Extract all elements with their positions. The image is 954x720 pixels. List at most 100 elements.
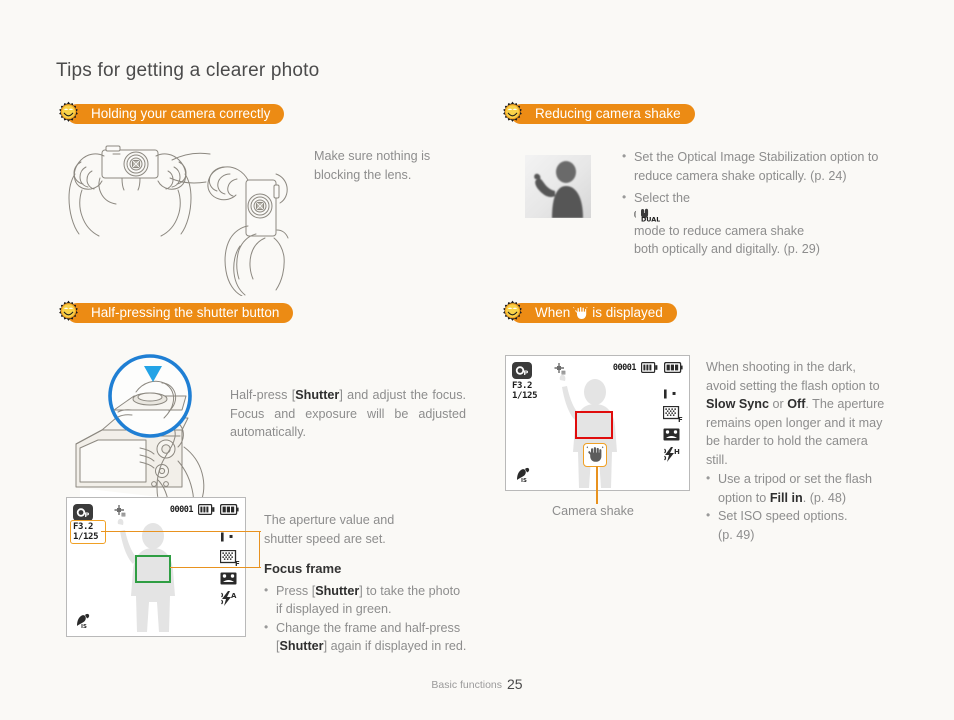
- dual-is-icon: ⦗ DUAL: [634, 208, 660, 222]
- photo-size-icon: [663, 428, 680, 441]
- aperture-callout-line2: shutter speed are set.: [264, 531, 386, 546]
- lcd-shutter: 1/125: [512, 391, 538, 401]
- halfpress-line1-pre: Half-press [: [230, 388, 296, 402]
- slow-sync-keyword: Slow Sync: [706, 397, 769, 411]
- hsb1-line2-pre: option to: [718, 490, 770, 505]
- smiley-sun-icon: [59, 101, 78, 122]
- shake-bullet1-line2: reduce camera shake optically. (p. 24): [634, 168, 847, 183]
- svg-text:P: P: [85, 511, 90, 519]
- svg-text:DUAL: DUAL: [641, 215, 660, 222]
- lcd-mode-badge: P: [73, 504, 93, 521]
- section-header-handshake: When is displayed: [500, 300, 677, 324]
- smiley-sun-icon: [503, 300, 522, 321]
- page-title: Tips for getting a clearer photo: [56, 60, 320, 81]
- fb2-line2-post: ] again if displayed in red.: [323, 639, 467, 653]
- lcd-shot-counter: 00001: [612, 363, 637, 373]
- hs-line3-post: . The aperture: [805, 397, 885, 411]
- svg-text:▪: ▪: [229, 533, 233, 540]
- aperture-callout-line1: The aperture value and: [264, 513, 395, 527]
- shake-bullets: Set the Optical Image Stabilization opti…: [622, 147, 922, 259]
- section-label-shake-text: Reducing camera shake: [535, 106, 681, 121]
- footer-page-number: 25: [507, 676, 523, 692]
- holding-note: Make sure nothing is blocking the lens.: [314, 147, 494, 184]
- hs-line5: be harder to hold the camera: [706, 434, 868, 448]
- holding-note-line1: Make sure nothing is: [314, 149, 431, 163]
- memory-card-icon: [641, 362, 658, 373]
- callout-line-focusframe: [170, 567, 261, 569]
- focus-frame-title: Focus frame: [264, 561, 342, 576]
- callout-line-aperture: [101, 531, 261, 533]
- hs-line2: avoid setting the flash option to: [706, 378, 880, 393]
- macro-icon: IS: [517, 467, 530, 482]
- battery-icon: [220, 504, 239, 515]
- list-item: Select the ⦗ DUAL mode to reduce camera s…: [622, 188, 922, 259]
- svg-text:IS: IS: [81, 624, 87, 628]
- handshake-body: When shooting in the dark, avoid setting…: [706, 358, 906, 544]
- shake-bullet2-pre: Select the: [634, 191, 691, 205]
- callout-line-camerashake: [596, 466, 598, 504]
- off-keyword: Off: [787, 397, 806, 411]
- shake-bullet2-line2: both optically and digitally. (p. 29): [634, 242, 820, 256]
- list-item: Press [Shutter] to take the photo if dis…: [264, 581, 484, 619]
- hsb1-line2-post: . (p. 48): [802, 490, 847, 505]
- lcd-aperture: F3.2: [512, 381, 533, 391]
- shutter-keyword: Shutter: [315, 583, 360, 598]
- hs-line3: Slow Sync or Off. The aperture: [706, 395, 906, 414]
- camera-shake-caption: Camera shake: [552, 504, 634, 518]
- list-item: Set ISO speed options. (p. 49): [706, 506, 906, 544]
- shaking-hand-icon: [573, 305, 588, 320]
- macro-icon: IS: [77, 613, 90, 628]
- focus-frame-green: [135, 555, 171, 583]
- section-header-holding: Holding your camera correctly: [56, 101, 285, 125]
- fb2-line1: Change the frame and half-press: [276, 620, 461, 635]
- shake-bullet2-post: mode to reduce camera shake: [634, 223, 805, 238]
- fb1-post: ] to take the photo: [359, 583, 461, 598]
- fb1-line2: if displayed in green.: [276, 602, 392, 616]
- hsb2-line2: (p. 49): [718, 527, 755, 542]
- callout-line-vertical: [259, 531, 261, 568]
- holding-note-line2: blocking the lens.: [314, 167, 412, 182]
- list-item: Set the Optical Image Stabilization opti…: [622, 147, 922, 185]
- halfpress-body: Half-press [Shutter] and adjust the focu…: [230, 386, 466, 442]
- svg-text:F: F: [678, 416, 683, 423]
- shutter-keyword: Shutter: [295, 388, 340, 402]
- section-label-shake: Reducing camera shake: [511, 104, 695, 124]
- blue-zoom-circle-callout: [108, 354, 192, 438]
- handshake-label-post: is displayed: [592, 305, 663, 320]
- svg-text:F: F: [235, 560, 240, 567]
- focus-frame-block: Focus frame Press [Shutter] to take the …: [264, 560, 484, 656]
- section-label-holding-text: Holding your camera correctly: [91, 106, 271, 121]
- camera-shake-indicator: [583, 443, 607, 467]
- fb1-pre: Press [: [276, 583, 316, 598]
- af-frame-icon: ▩: [554, 363, 566, 375]
- hsb1-line1: Use a tripod or set the flash: [718, 472, 873, 486]
- footer-label: Basic functions: [431, 679, 503, 691]
- exposure-bar-icon: ▪: [221, 532, 233, 542]
- focus-frame-red: [575, 411, 613, 439]
- exposure-bar-icon: ▪: [664, 389, 676, 399]
- hsb2-line1: Set ISO speed options.: [718, 509, 848, 523]
- flash-icon: H: [664, 447, 680, 462]
- handshake-label-pre: When: [535, 305, 571, 320]
- photo-size-icon: [220, 572, 237, 585]
- manual-page: Tips for getting a clearer photo Holding…: [0, 0, 954, 720]
- fill-in-keyword: Fill in: [769, 490, 803, 505]
- halfpress-line2: Focus and exposure will be adjusted: [230, 406, 466, 421]
- section-label-handshake: When is displayed: [511, 303, 677, 323]
- hs-line6: still.: [706, 452, 728, 467]
- hs-line3-mid: or: [769, 397, 788, 411]
- halfpress-line1-post: ] and adjust the focus.: [339, 388, 466, 402]
- memory-card-icon: [198, 504, 215, 515]
- flash-icon: A: [221, 591, 237, 606]
- section-label-halfpress: Half-pressing the shutter button: [67, 303, 294, 323]
- shaking-hand-icon: [586, 446, 604, 462]
- shutter-keyword: Shutter: [279, 639, 324, 653]
- af-frame-icon: ▩: [114, 505, 126, 517]
- svg-text:P: P: [524, 369, 529, 377]
- shake-bullet1-line1: Set the Optical Image Stabilization opti…: [634, 150, 879, 164]
- aperture-callout-text: The aperture value and shutter speed are…: [264, 511, 484, 548]
- section-label-halfpress-text: Half-pressing the shutter button: [91, 305, 280, 320]
- smiley-sun-icon: [503, 101, 522, 122]
- svg-text:▩: ▩: [121, 512, 126, 517]
- svg-text:A: A: [231, 592, 237, 600]
